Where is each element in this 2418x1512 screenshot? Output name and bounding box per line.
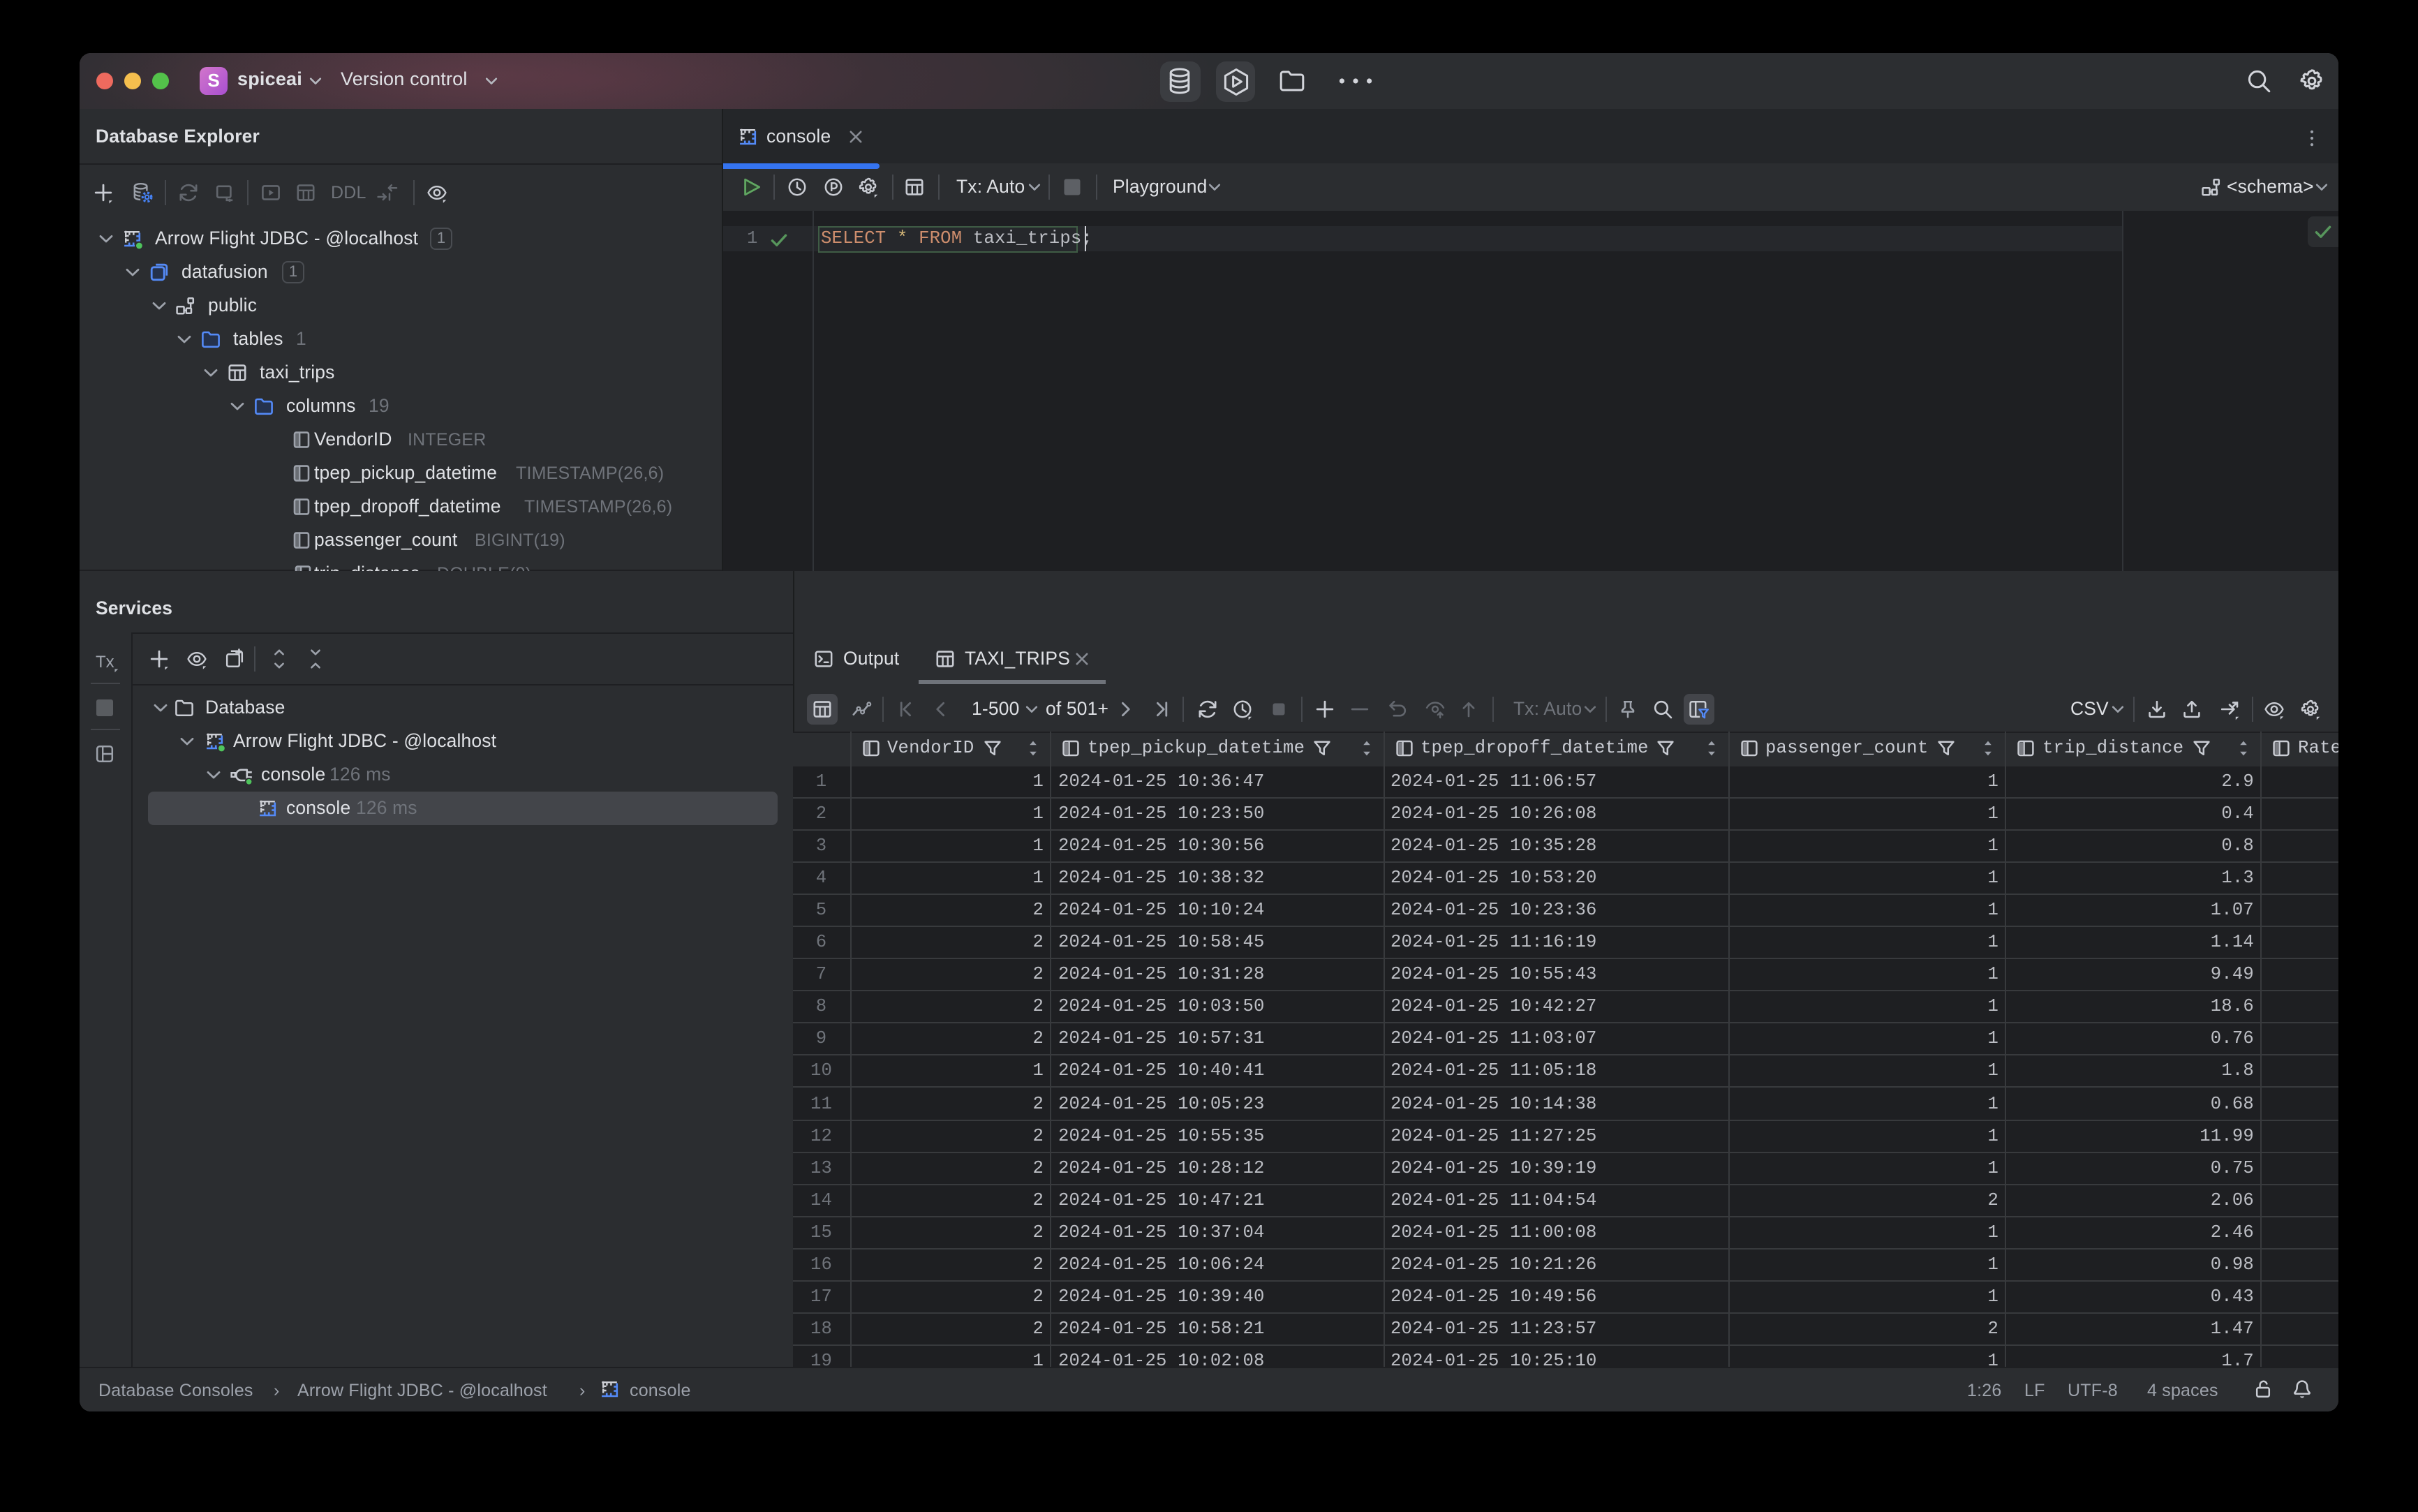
svg-text:Tx: Tx <box>96 653 114 672</box>
